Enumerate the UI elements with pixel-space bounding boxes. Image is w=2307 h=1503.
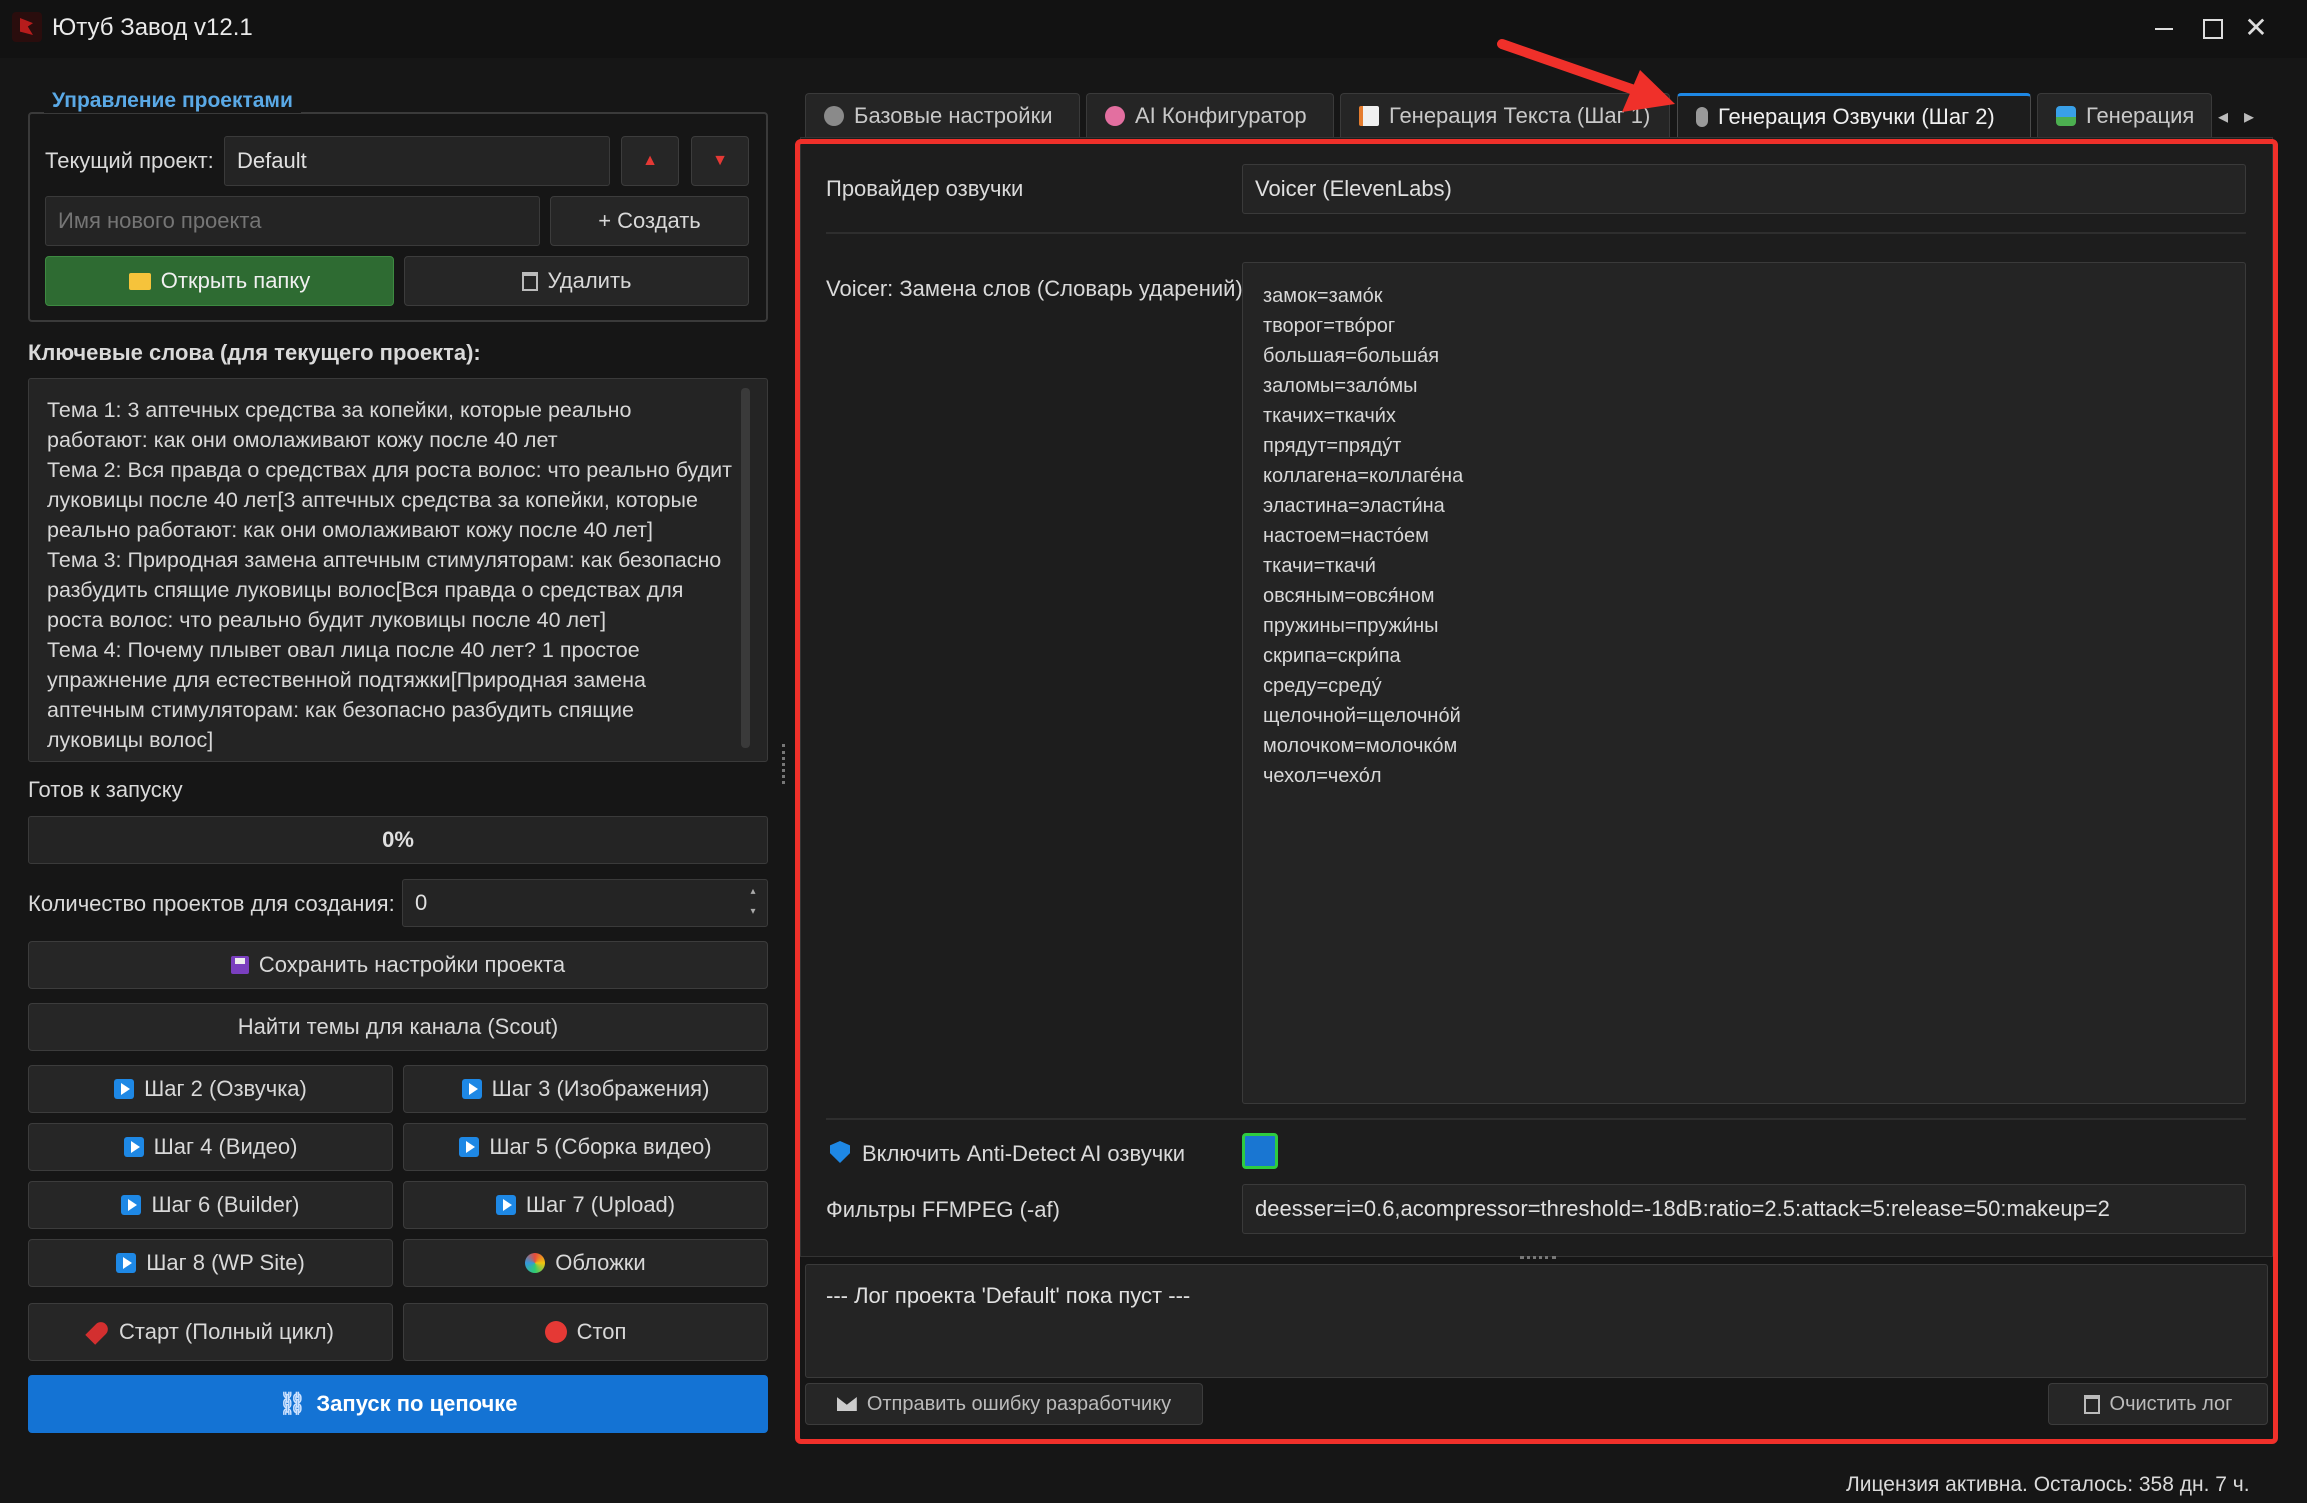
project-count-spinbox[interactable]: 0 xyxy=(402,879,768,927)
close-icon: ✕ xyxy=(2244,12,2268,43)
current-project-label: Текущий проект: xyxy=(45,148,214,173)
step7-button[interactable]: Шаг 7 (Upload) xyxy=(403,1181,768,1229)
step2-button[interactable]: Шаг 2 (Озвучка) xyxy=(28,1065,393,1113)
keywords-textarea[interactable]: Тема 1: 3 аптечных средства за копейки, … xyxy=(28,378,768,762)
tab-label: Генерация Озвучки (Шаг 2) xyxy=(1718,103,1995,129)
trash-icon xyxy=(521,271,538,291)
covers-label: Обложки xyxy=(555,1250,646,1275)
progress-text: 0% xyxy=(382,827,414,852)
microphone-icon xyxy=(1696,106,1708,127)
palette-icon xyxy=(525,1253,546,1273)
brain-icon xyxy=(1105,105,1125,126)
step2-label: Шаг 2 (Озвучка) xyxy=(144,1076,307,1101)
spin-down-icon[interactable]: ▾ xyxy=(742,902,764,922)
license-status: Лицензия активна. Осталось: 358 дн. 7 ч. xyxy=(1846,1473,2250,1496)
chain-run-button[interactable]: ⛓ Запуск по цепочке xyxy=(28,1375,768,1433)
image-icon xyxy=(2056,105,2076,126)
play-icon xyxy=(459,1137,480,1157)
step3-label: Шаг 3 (Изображения) xyxy=(491,1076,710,1101)
window-title: Ютуб Завод v12.1 xyxy=(52,14,253,41)
splitter-handle[interactable] xyxy=(782,744,788,784)
move-project-up-button[interactable]: ▲ xyxy=(621,136,679,186)
highlight-frame xyxy=(795,139,2278,1444)
move-project-down-button[interactable]: ▼ xyxy=(691,136,749,186)
step5-button[interactable]: Шаг 5 (Сборка видео) xyxy=(403,1123,768,1171)
step3-button[interactable]: Шаг 3 (Изображения) xyxy=(403,1065,768,1113)
tab-label: Базовые настройки xyxy=(854,102,1053,128)
open-folder-button[interactable]: Открыть папку xyxy=(45,256,394,306)
start-full-cycle-label: Старт (Полный цикл) xyxy=(119,1319,334,1344)
step8-label: Шаг 8 (WP Site) xyxy=(146,1250,305,1275)
gear-icon xyxy=(824,105,844,126)
start-full-cycle-button[interactable]: Старт (Полный цикл) xyxy=(28,1303,393,1361)
play-icon xyxy=(121,1195,142,1215)
step6-button[interactable]: Шаг 6 (Builder) xyxy=(28,1181,393,1229)
chain-icon: ⛓ xyxy=(278,1391,307,1416)
new-project-name-input[interactable] xyxy=(45,196,540,246)
arrow-shaft xyxy=(1497,39,1645,97)
rocket-icon xyxy=(85,1319,111,1345)
close-button[interactable]: ✕ xyxy=(2210,0,2302,58)
title-bar xyxy=(0,0,2307,58)
step4-label: Шаг 4 (Видео) xyxy=(153,1134,298,1159)
chain-run-label: Запуск по цепочке xyxy=(316,1391,518,1416)
step6-label: Шаг 6 (Builder) xyxy=(151,1192,300,1217)
document-icon xyxy=(1359,105,1379,126)
play-icon xyxy=(123,1137,144,1157)
covers-button[interactable]: Обложки xyxy=(403,1239,768,1287)
progress-bar: 0% xyxy=(28,816,768,864)
tab-generation[interactable]: Генерация xyxy=(2037,93,2212,137)
maximize-button[interactable] xyxy=(2117,0,2223,58)
tab-ai-configurator[interactable]: AI Конфигуратор xyxy=(1086,93,1334,137)
spin-up-icon[interactable]: ▴ xyxy=(742,882,764,902)
play-icon xyxy=(114,1079,135,1099)
create-project-button[interactable]: + Создать xyxy=(550,196,749,246)
keywords-scrollbar[interactable] xyxy=(741,388,750,748)
red-circle-icon xyxy=(544,1321,567,1343)
play-icon xyxy=(461,1079,482,1099)
tab-scroll-right-button[interactable]: ▸ xyxy=(2238,104,2260,134)
tab-basic-settings[interactable]: Базовые настройки xyxy=(805,93,1080,137)
tab-scroll-left-button[interactable]: ◂ xyxy=(2212,104,2234,134)
delete-project-button[interactable]: Удалить xyxy=(404,256,749,306)
app-logo-icon xyxy=(12,12,42,42)
tab-voice-generation[interactable]: Генерация Озвучки (Шаг 2) xyxy=(1677,93,2031,137)
save-settings-button[interactable]: Сохранить настройки проекта xyxy=(28,941,768,989)
delete-project-label: Удалить xyxy=(547,268,632,293)
step8-button[interactable]: Шаг 8 (WP Site) xyxy=(28,1239,393,1287)
stop-button[interactable]: Стоп xyxy=(403,1303,768,1361)
folder-icon xyxy=(128,272,151,290)
play-icon xyxy=(495,1195,516,1215)
annotation-arrow xyxy=(1497,39,1675,112)
open-folder-label: Открыть папку xyxy=(160,268,311,293)
project-management-title: Управление проектами xyxy=(44,89,301,113)
stop-label: Стоп xyxy=(576,1319,627,1344)
find-topics-button[interactable]: Найти темы для канала (Scout) xyxy=(28,1003,768,1051)
spinbox-arrows[interactable]: ▴ ▾ xyxy=(742,882,764,922)
step5-label: Шаг 5 (Сборка видео) xyxy=(489,1134,712,1159)
floppy-disk-icon xyxy=(230,956,249,974)
status-label: Готов к запуску xyxy=(28,777,183,802)
play-icon xyxy=(116,1253,137,1273)
keywords-label: Ключевые слова (для текущего проекта): xyxy=(28,340,481,365)
step7-label: Шаг 7 (Upload) xyxy=(525,1192,676,1217)
tab-label: AI Конфигуратор xyxy=(1135,102,1307,128)
current-project-select[interactable]: Default xyxy=(224,136,610,186)
step4-button[interactable]: Шаг 4 (Видео) xyxy=(28,1123,393,1171)
tab-label: Генерация xyxy=(2086,102,2195,128)
keywords-text: Тема 1: 3 аптечных средства за копейки, … xyxy=(47,398,732,752)
save-settings-label: Сохранить настройки проекта xyxy=(258,952,566,977)
project-count-label: Количество проектов для создания: xyxy=(28,891,395,916)
